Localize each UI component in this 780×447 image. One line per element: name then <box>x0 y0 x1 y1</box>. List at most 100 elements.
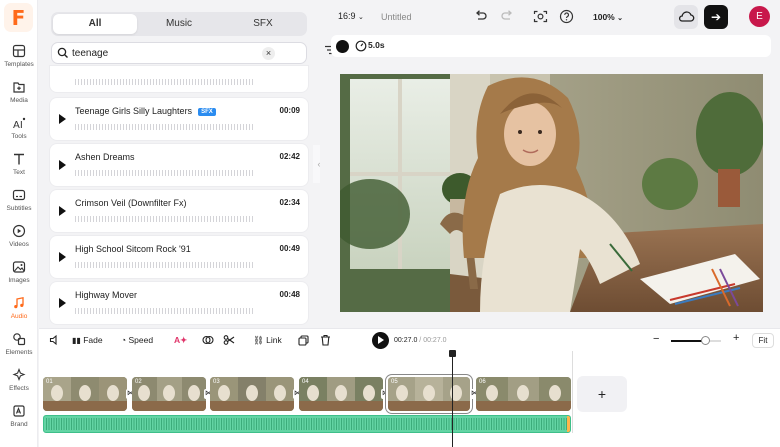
clip-frames <box>210 377 294 411</box>
add-clip-button[interactable]: + <box>577 376 627 412</box>
duplicate-icon[interactable] <box>298 335 309 346</box>
clip-number: 01 <box>46 379 53 385</box>
cloud-save-button[interactable] <box>674 5 698 29</box>
zoom-in-icon[interactable]: + <box>733 332 739 344</box>
templates-icon <box>12 44 26 58</box>
text-icon <box>14 153 24 165</box>
timeline-end-marker <box>572 351 573 433</box>
track-title: Crimson Veil (Downfilter Fx) <box>75 198 187 208</box>
track-waveform <box>75 79 255 85</box>
videos-icon <box>12 224 26 238</box>
play-icon[interactable] <box>59 114 66 124</box>
rail-label: Subtitles <box>6 205 32 212</box>
track-waveform <box>75 216 255 222</box>
ai-tools-button[interactable]: A✦ <box>174 335 187 346</box>
track-waveform <box>75 262 255 268</box>
rail-item-images[interactable]: Images <box>0 260 38 284</box>
subtitles-icon <box>12 189 26 201</box>
clip-thumbnail-selected[interactable]: 05 <box>388 377 470 411</box>
search-icon <box>57 47 68 58</box>
export-button[interactable]: ➔ <box>704 5 728 29</box>
track-item[interactable]: Crimson Veil (Downfilter Fx) 02:34 <box>50 190 308 232</box>
link-button[interactable]: ⛓ Link <box>253 335 282 346</box>
search-box: × <box>51 42 307 64</box>
rail-item-tools[interactable]: AI Tools <box>0 116 38 140</box>
track-item[interactable]: Teenage Girls Silly Laughters SFX 00:09 <box>50 98 308 140</box>
tab-sfx[interactable]: SFX <box>221 14 305 34</box>
playhead[interactable] <box>449 350 456 447</box>
play-icon[interactable] <box>59 298 66 308</box>
rail-item-subtitles[interactable]: Subtitles <box>0 188 38 212</box>
audio-library-panel: All Music SFX × Teenage Girls Silly Laug… <box>39 0 337 328</box>
canvas-preview-image[interactable] <box>340 74 763 312</box>
clip-thumbnail[interactable]: 03 <box>210 377 294 411</box>
aspect-ratio-value: 16:9 <box>338 11 356 21</box>
zoom-out-icon[interactable]: − <box>653 333 659 345</box>
delete-icon[interactable] <box>320 334 331 346</box>
play-icon[interactable] <box>59 206 66 216</box>
project-title[interactable]: Untitled <box>381 12 412 22</box>
total-time: 00:27.0 <box>423 337 447 344</box>
tab-all[interactable]: All <box>53 14 137 34</box>
audio-icon <box>14 297 24 309</box>
rail-item-templates[interactable]: Templates <box>0 44 38 68</box>
help-icon[interactable] <box>559 9 574 24</box>
clear-search-icon[interactable]: × <box>262 47 275 60</box>
timeline-zoom-slider-handle[interactable] <box>701 336 710 345</box>
rail-item-elements[interactable]: Elements <box>0 332 38 356</box>
clip-thumbnail[interactable]: 04 <box>299 377 383 411</box>
mask-icon[interactable] <box>202 334 214 346</box>
clip-number: 02 <box>135 379 142 385</box>
rail-item-audio[interactable]: Audio <box>0 296 38 320</box>
logo-letter: F <box>11 5 26 30</box>
user-avatar[interactable]: E <box>749 6 770 27</box>
link-icon: ⛓ <box>253 335 264 345</box>
track-item[interactable]: Highway Mover 00:48 <box>50 282 308 324</box>
timer-icon <box>355 40 367 52</box>
track-item[interactable]: Ashen Dreams 02:42 <box>50 144 308 186</box>
tab-music[interactable]: Music <box>137 14 221 34</box>
search-input[interactable] <box>72 46 252 61</box>
speed-button[interactable]: ◔ Speed <box>121 335 153 345</box>
fade-button[interactable]: ▮▮ Fade <box>72 335 103 345</box>
rail-label: Videos <box>9 241 29 248</box>
video-track: 01 ⋈ 02 ⋈ 03 ⋈ 04 ⋈ 05 ⋈ 06 <box>43 377 571 411</box>
scissors-icon[interactable] <box>223 334 235 346</box>
rail-item-brand[interactable]: Brand <box>0 404 38 428</box>
clip-frames <box>43 377 127 411</box>
audio-track-clip[interactable] <box>43 415 571 433</box>
audio-trim-handle[interactable] <box>567 416 570 432</box>
zoom-select[interactable]: 100% ⌄ <box>593 12 623 22</box>
clip-thumbnail[interactable]: 02 <box>132 377 206 411</box>
track-partial[interactable] <box>50 66 308 92</box>
aspect-ratio-select[interactable]: 16:9 ⌄ <box>338 11 364 21</box>
play-button[interactable] <box>372 332 389 349</box>
effects-icon <box>12 368 26 382</box>
volume-icon[interactable] <box>49 334 61 346</box>
media-icon <box>13 82 25 93</box>
screenshot-icon[interactable] <box>533 9 548 24</box>
play-icon[interactable] <box>59 252 66 262</box>
redo-icon[interactable] <box>500 9 515 24</box>
rail-item-media[interactable]: Media <box>0 80 38 104</box>
clip-duration[interactable]: 5.0s <box>368 40 385 50</box>
timeline-zoom-track[interactable] <box>671 340 705 342</box>
background-color-swatch[interactable] <box>336 40 349 53</box>
undo-icon[interactable] <box>473 9 488 24</box>
rail-item-videos[interactable]: Videos <box>0 224 38 248</box>
play-icon[interactable] <box>59 160 66 170</box>
rail-label: Templates <box>4 61 34 68</box>
images-icon <box>12 261 26 273</box>
clip-thumbnail[interactable]: 06 <box>476 377 571 411</box>
app-logo[interactable]: F <box>4 3 33 32</box>
chevron-down-icon: ⌄ <box>617 15 623 22</box>
fit-button[interactable]: Fit <box>752 333 774 348</box>
rail-item-text[interactable]: Text <box>0 152 38 176</box>
rail-item-effects[interactable]: Effects <box>0 368 38 392</box>
clip-thumbnail[interactable]: 01 <box>43 377 127 411</box>
rail-label: Images <box>8 277 30 284</box>
canvas-controls: 5.0s <box>331 35 771 57</box>
sfx-badge: SFX <box>198 107 216 116</box>
track-item[interactable]: High School Sitcom Rock '91 00:49 <box>50 236 308 278</box>
rail-label: Text <box>13 169 25 176</box>
